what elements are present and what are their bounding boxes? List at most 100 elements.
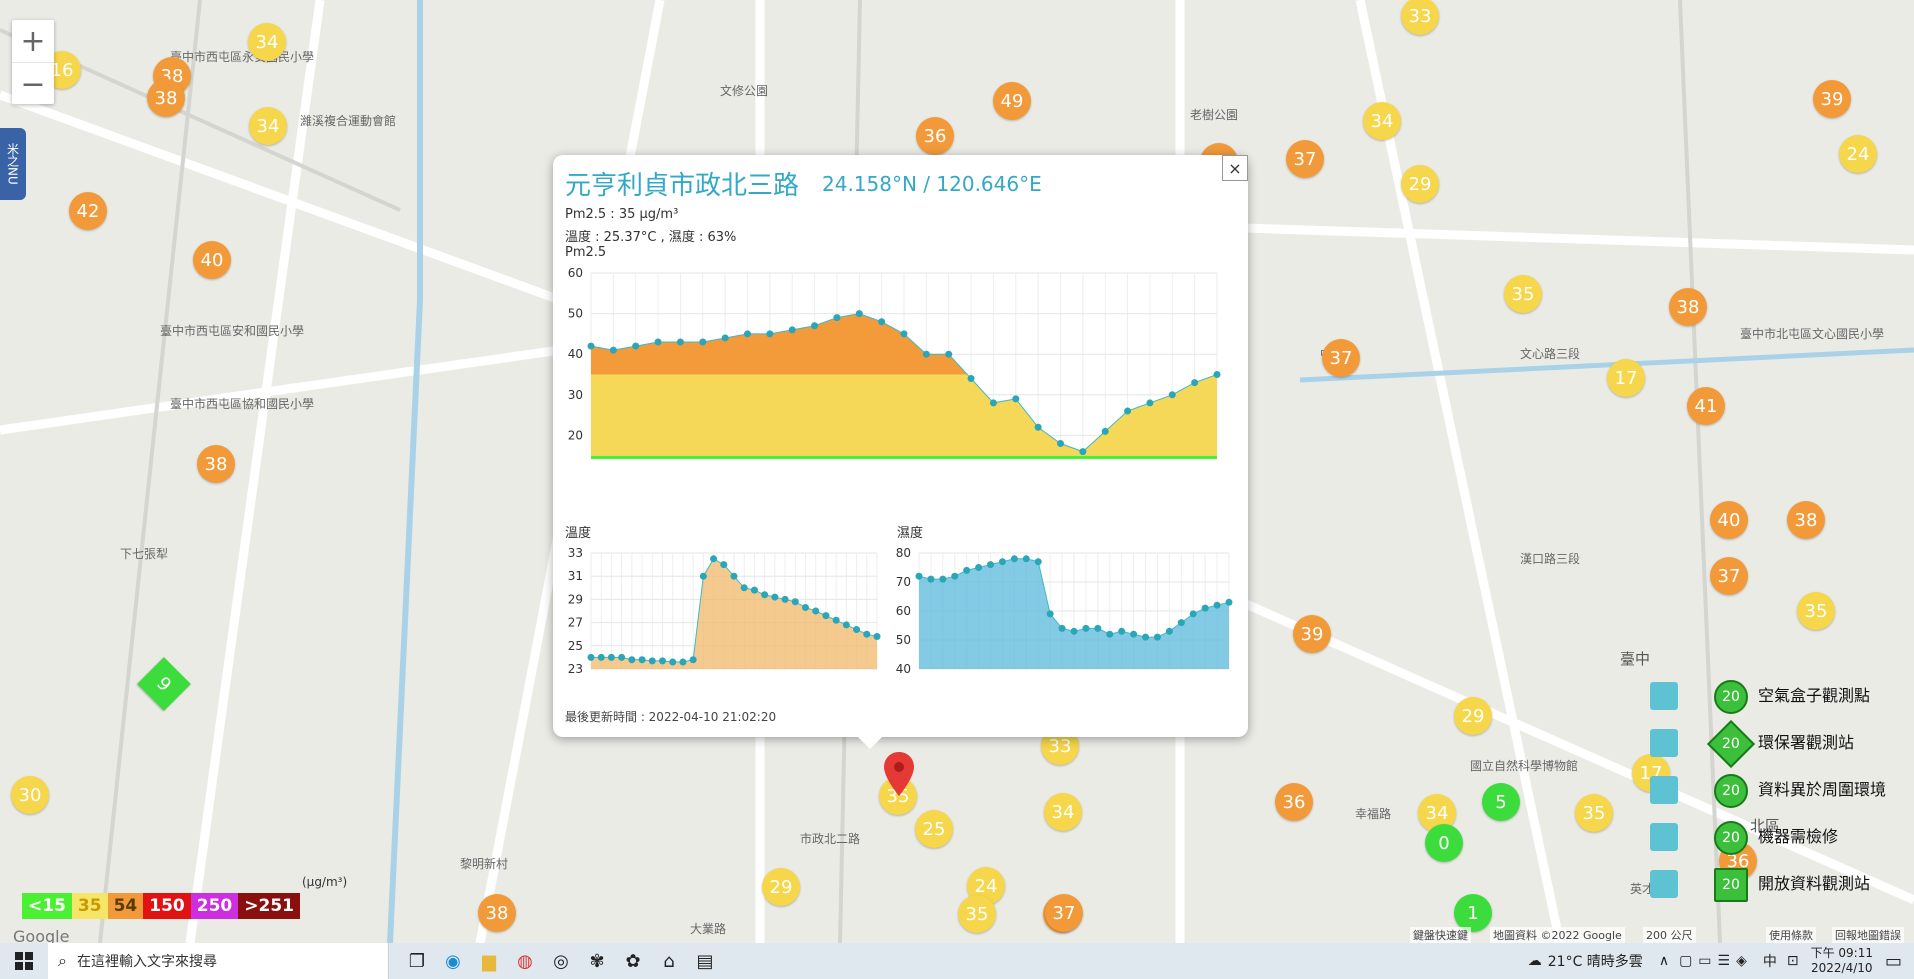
station-building-icon bbox=[1650, 728, 1678, 757]
pm25-station-marker[interactable]: 37 bbox=[1322, 339, 1360, 377]
file-explorer-icon[interactable]: ▆ bbox=[471, 943, 507, 979]
pm25-station-marker[interactable]: 29 bbox=[762, 868, 800, 906]
pm25-station-marker[interactable]: 38 bbox=[478, 894, 516, 932]
data-point bbox=[710, 555, 718, 563]
windows-start-button[interactable] bbox=[0, 943, 48, 979]
zoom-in-button[interactable]: + bbox=[12, 20, 54, 62]
clock[interactable]: 下午 09:11 2022/4/10 bbox=[1811, 946, 1873, 976]
pm25-station-marker[interactable]: 25 bbox=[915, 810, 953, 848]
data-point bbox=[1213, 601, 1221, 609]
map-place-label: 臺中市西屯區協和國民小學 bbox=[170, 397, 315, 411]
legend-label: 空氣盒子觀測點 bbox=[1758, 685, 1871, 705]
app-icon-1[interactable]: ◎ bbox=[543, 943, 579, 979]
data-point bbox=[951, 572, 959, 580]
attribution-item[interactable]: 地圖資料 ©2022 Google bbox=[1490, 927, 1625, 943]
data-point bbox=[1022, 555, 1030, 563]
pm25-station-marker[interactable]: 0 bbox=[1425, 824, 1463, 862]
y-tick-label: 50 bbox=[568, 307, 583, 321]
data-point bbox=[730, 572, 738, 580]
pm25-station-marker[interactable]: 38 bbox=[147, 79, 185, 117]
app-icon-2[interactable]: ✾ bbox=[579, 943, 615, 979]
pm25-station-marker[interactable]: 29 bbox=[1454, 697, 1492, 735]
data-point bbox=[963, 566, 971, 574]
pm25-station-marker[interactable]: 5 bbox=[1482, 783, 1520, 821]
pm25-station-marker[interactable]: 49 bbox=[993, 82, 1031, 120]
popup-close-button[interactable]: × bbox=[1222, 155, 1248, 181]
pm25-station-marker[interactable]: 34 bbox=[249, 107, 287, 145]
pm25-station-marker[interactable]: 35 bbox=[1575, 794, 1613, 832]
taskbar-search[interactable]: ⌕ 在這裡輸入文字來搜尋 bbox=[48, 943, 389, 979]
task-view-icon[interactable]: ❐ bbox=[399, 943, 435, 979]
app-icon-5[interactable]: ▤ bbox=[687, 943, 723, 979]
data-point bbox=[750, 586, 758, 594]
attribution-item[interactable]: 鍵盤快速鍵 bbox=[1410, 927, 1471, 943]
pm25-station-marker[interactable]: 29 bbox=[1401, 165, 1439, 203]
pm25-station-marker[interactable]: 37 bbox=[1710, 557, 1748, 595]
pm25-station-marker[interactable]: 34 bbox=[1044, 793, 1082, 831]
y-tick-label: 60 bbox=[896, 604, 911, 618]
map-place-label: 國立自然科學博物館 bbox=[1470, 759, 1579, 773]
data-point bbox=[822, 612, 830, 620]
legend-badge: 20 bbox=[1714, 867, 1748, 902]
pm25-station-marker[interactable]: 35 bbox=[1504, 275, 1542, 313]
edge-browser-icon[interactable]: ◉ bbox=[435, 943, 471, 979]
pm25-station-marker[interactable]: 30 bbox=[11, 776, 49, 814]
data-point bbox=[587, 653, 595, 661]
data-point bbox=[842, 621, 850, 629]
pm25-station-marker[interactable]: 39 bbox=[1813, 80, 1851, 118]
google-logo: Google bbox=[13, 927, 70, 943]
map-canvas[interactable]: 臺中市西屯區永安國民小學 濰溪複合運動會館 臺中市西屯區安和國民小學 臺中市西屯區協和… bbox=[0, 0, 1914, 943]
notification-icon[interactable]: ▭ bbox=[1885, 951, 1902, 972]
attribution-item[interactable]: 回報地圖錯誤 bbox=[1832, 927, 1904, 943]
pm25-station-marker[interactable]: 41 bbox=[1687, 387, 1725, 425]
legend-diamond-icon: 20 bbox=[1650, 719, 1756, 768]
data-point bbox=[1034, 558, 1042, 566]
pm25-station-marker[interactable]: 17 bbox=[1607, 359, 1645, 397]
pm25-station-marker[interactable]: 40 bbox=[1710, 501, 1748, 539]
data-point bbox=[654, 338, 662, 346]
pm25-station-marker[interactable]: 24 bbox=[1839, 135, 1877, 173]
map-place-label: 臺中市西屯區安和國民小學 bbox=[160, 324, 305, 338]
pm25-station-marker[interactable]: 34 bbox=[248, 23, 286, 61]
zoom-control: + − bbox=[12, 20, 54, 104]
pm25-station-marker[interactable]: 35 bbox=[1797, 592, 1835, 630]
pm25-station-marker[interactable]: 38 bbox=[197, 445, 235, 483]
data-point bbox=[989, 399, 997, 407]
pm25-station-marker[interactable]: 34 bbox=[1363, 102, 1401, 140]
pm25-station-marker[interactable]: 38 bbox=[1669, 288, 1707, 326]
pm25-chart-title: Pm2.5 bbox=[565, 245, 607, 260]
scale-swatch: <15 bbox=[22, 893, 72, 919]
data-point bbox=[609, 346, 617, 354]
ime-indicator[interactable]: 中 bbox=[1763, 951, 1777, 971]
y-tick-label: 20 bbox=[568, 428, 583, 442]
zoom-out-button[interactable]: − bbox=[12, 62, 54, 105]
station-building-icon bbox=[1650, 869, 1678, 898]
y-tick-label: 27 bbox=[568, 616, 583, 630]
ime-mode-icon[interactable]: ⊡ bbox=[1787, 953, 1799, 969]
pm25-station-marker[interactable]: 37 bbox=[1045, 894, 1083, 932]
legend-row: 20 資料異於周圍環境 bbox=[1650, 764, 1886, 811]
side-tab-button[interactable]: 米之NU bbox=[0, 128, 26, 200]
tray-chevron-icon[interactable]: ∧ bbox=[1659, 953, 1669, 969]
scale-swatch: 150 bbox=[143, 893, 191, 919]
data-point bbox=[927, 575, 935, 583]
app-icon-3[interactable]: ✿ bbox=[615, 943, 651, 979]
app-icon-4[interactable]: ⌂ bbox=[651, 943, 687, 979]
pm25-station-marker[interactable]: 42 bbox=[69, 192, 107, 230]
data-point bbox=[638, 656, 646, 664]
pm25-station-marker[interactable]: 37 bbox=[1286, 140, 1324, 178]
data-point bbox=[628, 656, 636, 664]
chrome-browser-icon[interactable]: ◍ bbox=[507, 943, 543, 979]
pm25-station-marker[interactable]: 35 bbox=[958, 895, 996, 933]
weather-status[interactable]: 21°C 晴時多雲 bbox=[1548, 951, 1643, 971]
data-point bbox=[1010, 555, 1018, 563]
attribution-item[interactable]: 使用條款 bbox=[1766, 927, 1816, 943]
tray-icons[interactable]: ▢▭☰◈ bbox=[1679, 953, 1753, 969]
y-tick-label: 25 bbox=[568, 639, 583, 653]
pm25-station-marker[interactable]: 40 bbox=[193, 241, 231, 279]
pm25-station-marker[interactable]: 36 bbox=[916, 117, 954, 155]
pm25-station-marker[interactable]: 38 bbox=[1787, 501, 1825, 539]
pm25-station-marker[interactable]: 39 bbox=[1293, 615, 1331, 653]
legend-badge-value: 20 bbox=[1722, 782, 1740, 799]
pm25-station-marker[interactable]: 36 bbox=[1275, 783, 1313, 821]
